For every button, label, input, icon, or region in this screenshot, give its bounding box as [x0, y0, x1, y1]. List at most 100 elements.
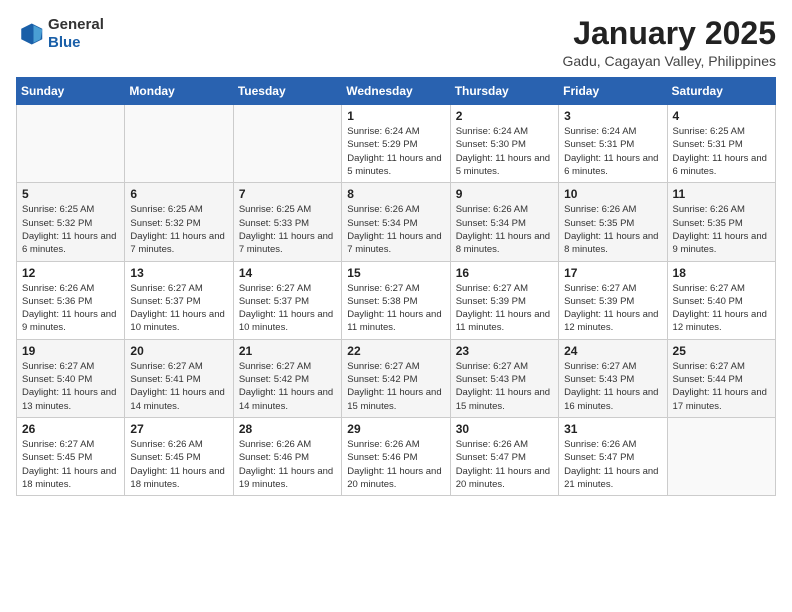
calendar-cell: 20Sunrise: 6:27 AM Sunset: 5:41 PM Dayli…: [125, 339, 233, 417]
logo-line2: Blue: [48, 34, 104, 52]
day-info: Sunrise: 6:27 AM Sunset: 5:41 PM Dayligh…: [130, 360, 227, 413]
week-row-2: 5 Sunrise: 6:25 AM Sunset: 5:32 PM Daylig…: [17, 183, 776, 261]
day-info: Sunrise: 6:26 AM Sunset: 5:34 PM Dayligh…: [456, 203, 553, 256]
day-info: Sunrise: 6:26 AM Sunset: 5:34 PM Dayligh…: [347, 203, 444, 256]
calendar-cell: 19Sunrise: 6:27 AM Sunset: 5:40 PM Dayli…: [17, 339, 125, 417]
day-number: 12: [22, 266, 119, 280]
calendar-cell: 28Sunrise: 6:26 AM Sunset: 5:46 PM Dayli…: [233, 417, 341, 495]
calendar-table: SundayMondayTuesdayWednesdayThursdayFrid…: [16, 77, 776, 496]
calendar-cell: 30 Sunrise: 6:26 AM Sunset: 5:47 PM Dayli…: [450, 417, 558, 495]
header-thursday: Thursday: [450, 78, 558, 105]
calendar-cell: 24 Sunrise: 6:27 AM Sunset: 5:43 PM Dayli…: [559, 339, 667, 417]
day-number: 16: [456, 266, 553, 280]
day-info: Sunrise: 6:27 AM Sunset: 5:38 PM Dayligh…: [347, 282, 444, 335]
day-number: 29: [347, 422, 444, 436]
week-row-4: 19Sunrise: 6:27 AM Sunset: 5:40 PM Dayli…: [17, 339, 776, 417]
day-info: Sunrise: 6:26 AM Sunset: 5:47 PM Dayligh…: [564, 438, 661, 491]
day-info: Sunrise: 6:24 AM Sunset: 5:31 PM Dayligh…: [564, 125, 661, 178]
day-info: Sunrise: 6:27 AM Sunset: 5:39 PM Dayligh…: [456, 282, 553, 335]
calendar-cell: 14 Sunrise: 6:27 AM Sunset: 5:37 PM Dayli…: [233, 261, 341, 339]
day-info: Sunrise: 6:26 AM Sunset: 5:36 PM Dayligh…: [22, 282, 119, 335]
calendar-cell: 3 Sunrise: 6:24 AM Sunset: 5:31 PM Daylig…: [559, 105, 667, 183]
day-info: Sunrise: 6:27 AM Sunset: 5:37 PM Dayligh…: [130, 282, 227, 335]
calendar-cell: 27 Sunrise: 6:26 AM Sunset: 5:45 PM Dayli…: [125, 417, 233, 495]
day-info: Sunrise: 6:25 AM Sunset: 5:32 PM Dayligh…: [22, 203, 119, 256]
day-info: Sunrise: 6:27 AM Sunset: 5:42 PM Dayligh…: [239, 360, 336, 413]
logo-icon: [16, 20, 44, 48]
day-info: Sunrise: 6:27 AM Sunset: 5:39 PM Dayligh…: [564, 282, 661, 335]
day-number: 26: [22, 422, 119, 436]
calendar-cell: 26 Sunrise: 6:27 AM Sunset: 5:45 PM Dayli…: [17, 417, 125, 495]
day-number: 25: [673, 344, 770, 358]
calendar-cell: 11Sunrise: 6:26 AM Sunset: 5:35 PM Dayli…: [667, 183, 775, 261]
calendar-header-row: SundayMondayTuesdayWednesdayThursdayFrid…: [17, 78, 776, 105]
week-row-3: 12 Sunrise: 6:26 AM Sunset: 5:36 PM Dayli…: [17, 261, 776, 339]
calendar-cell: 18 Sunrise: 6:27 AM Sunset: 5:40 PM Dayli…: [667, 261, 775, 339]
calendar-cell: 22Sunrise: 6:27 AM Sunset: 5:42 PM Dayli…: [342, 339, 450, 417]
day-number: 18: [673, 266, 770, 280]
day-number: 2: [456, 109, 553, 123]
day-number: 15: [347, 266, 444, 280]
day-info: Sunrise: 6:27 AM Sunset: 5:43 PM Dayligh…: [564, 360, 661, 413]
day-number: 11: [673, 187, 770, 201]
day-info: Sunrise: 6:25 AM Sunset: 5:31 PM Dayligh…: [673, 125, 770, 178]
day-info: Sunrise: 6:26 AM Sunset: 5:45 PM Dayligh…: [130, 438, 227, 491]
calendar-cell: 8 Sunrise: 6:26 AM Sunset: 5:34 PM Daylig…: [342, 183, 450, 261]
calendar-cell: 23Sunrise: 6:27 AM Sunset: 5:43 PM Dayli…: [450, 339, 558, 417]
header-tuesday: Tuesday: [233, 78, 341, 105]
header-monday: Monday: [125, 78, 233, 105]
day-number: 5: [22, 187, 119, 201]
month-title: January 2025: [563, 16, 777, 51]
day-info: Sunrise: 6:27 AM Sunset: 5:43 PM Dayligh…: [456, 360, 553, 413]
day-number: 30: [456, 422, 553, 436]
calendar-cell: 16 Sunrise: 6:27 AM Sunset: 5:39 PM Dayli…: [450, 261, 558, 339]
day-number: 14: [239, 266, 336, 280]
day-number: 6: [130, 187, 227, 201]
calendar-cell: 25 Sunrise: 6:27 AM Sunset: 5:44 PM Dayli…: [667, 339, 775, 417]
day-number: 24: [564, 344, 661, 358]
logo: General Blue: [16, 16, 104, 52]
day-info: Sunrise: 6:25 AM Sunset: 5:32 PM Dayligh…: [130, 203, 227, 256]
week-row-1: 1 Sunrise: 6:24 AM Sunset: 5:29 PM Daylig…: [17, 105, 776, 183]
day-number: 1: [347, 109, 444, 123]
day-number: 10: [564, 187, 661, 201]
calendar-cell: 31Sunrise: 6:26 AM Sunset: 5:47 PM Dayli…: [559, 417, 667, 495]
day-info: Sunrise: 6:27 AM Sunset: 5:40 PM Dayligh…: [673, 282, 770, 335]
header-friday: Friday: [559, 78, 667, 105]
day-info: Sunrise: 6:24 AM Sunset: 5:29 PM Dayligh…: [347, 125, 444, 178]
day-number: 27: [130, 422, 227, 436]
calendar-cell: 5 Sunrise: 6:25 AM Sunset: 5:32 PM Daylig…: [17, 183, 125, 261]
calendar-cell: 1 Sunrise: 6:24 AM Sunset: 5:29 PM Daylig…: [342, 105, 450, 183]
calendar-cell: 13 Sunrise: 6:27 AM Sunset: 5:37 PM Dayli…: [125, 261, 233, 339]
calendar-cell: 21 Sunrise: 6:27 AM Sunset: 5:42 PM Dayli…: [233, 339, 341, 417]
calendar-cell: 4Sunrise: 6:25 AM Sunset: 5:31 PM Daylig…: [667, 105, 775, 183]
calendar-cell: 2Sunrise: 6:24 AM Sunset: 5:30 PM Daylig…: [450, 105, 558, 183]
calendar-cell: 7 Sunrise: 6:25 AM Sunset: 5:33 PM Daylig…: [233, 183, 341, 261]
day-info: Sunrise: 6:26 AM Sunset: 5:35 PM Dayligh…: [564, 203, 661, 256]
calendar-cell: 17 Sunrise: 6:27 AM Sunset: 5:39 PM Dayli…: [559, 261, 667, 339]
calendar-cell: 9Sunrise: 6:26 AM Sunset: 5:34 PM Daylig…: [450, 183, 558, 261]
day-info: Sunrise: 6:26 AM Sunset: 5:47 PM Dayligh…: [456, 438, 553, 491]
day-info: Sunrise: 6:27 AM Sunset: 5:45 PM Dayligh…: [22, 438, 119, 491]
day-number: 17: [564, 266, 661, 280]
day-info: Sunrise: 6:27 AM Sunset: 5:44 PM Dayligh…: [673, 360, 770, 413]
day-info: Sunrise: 6:27 AM Sunset: 5:37 PM Dayligh…: [239, 282, 336, 335]
day-number: 13: [130, 266, 227, 280]
day-info: Sunrise: 6:26 AM Sunset: 5:46 PM Dayligh…: [347, 438, 444, 491]
calendar-cell: 12 Sunrise: 6:26 AM Sunset: 5:36 PM Dayli…: [17, 261, 125, 339]
day-number: 21: [239, 344, 336, 358]
header-saturday: Saturday: [667, 78, 775, 105]
day-info: Sunrise: 6:25 AM Sunset: 5:33 PM Dayligh…: [239, 203, 336, 256]
day-number: 3: [564, 109, 661, 123]
header-wednesday: Wednesday: [342, 78, 450, 105]
week-row-5: 26 Sunrise: 6:27 AM Sunset: 5:45 PM Dayli…: [17, 417, 776, 495]
day-info: Sunrise: 6:26 AM Sunset: 5:46 PM Dayligh…: [239, 438, 336, 491]
day-number: 8: [347, 187, 444, 201]
day-info: Sunrise: 6:27 AM Sunset: 5:40 PM Dayligh…: [22, 360, 119, 413]
calendar-cell: [125, 105, 233, 183]
title-block: January 2025 Gadu, Cagayan Valley, Phili…: [563, 16, 777, 69]
header: General Blue January 2025 Gadu, Cagayan …: [16, 16, 776, 69]
day-number: 7: [239, 187, 336, 201]
calendar-cell: 29 Sunrise: 6:26 AM Sunset: 5:46 PM Dayli…: [342, 417, 450, 495]
calendar-cell: 15 Sunrise: 6:27 AM Sunset: 5:38 PM Dayli…: [342, 261, 450, 339]
